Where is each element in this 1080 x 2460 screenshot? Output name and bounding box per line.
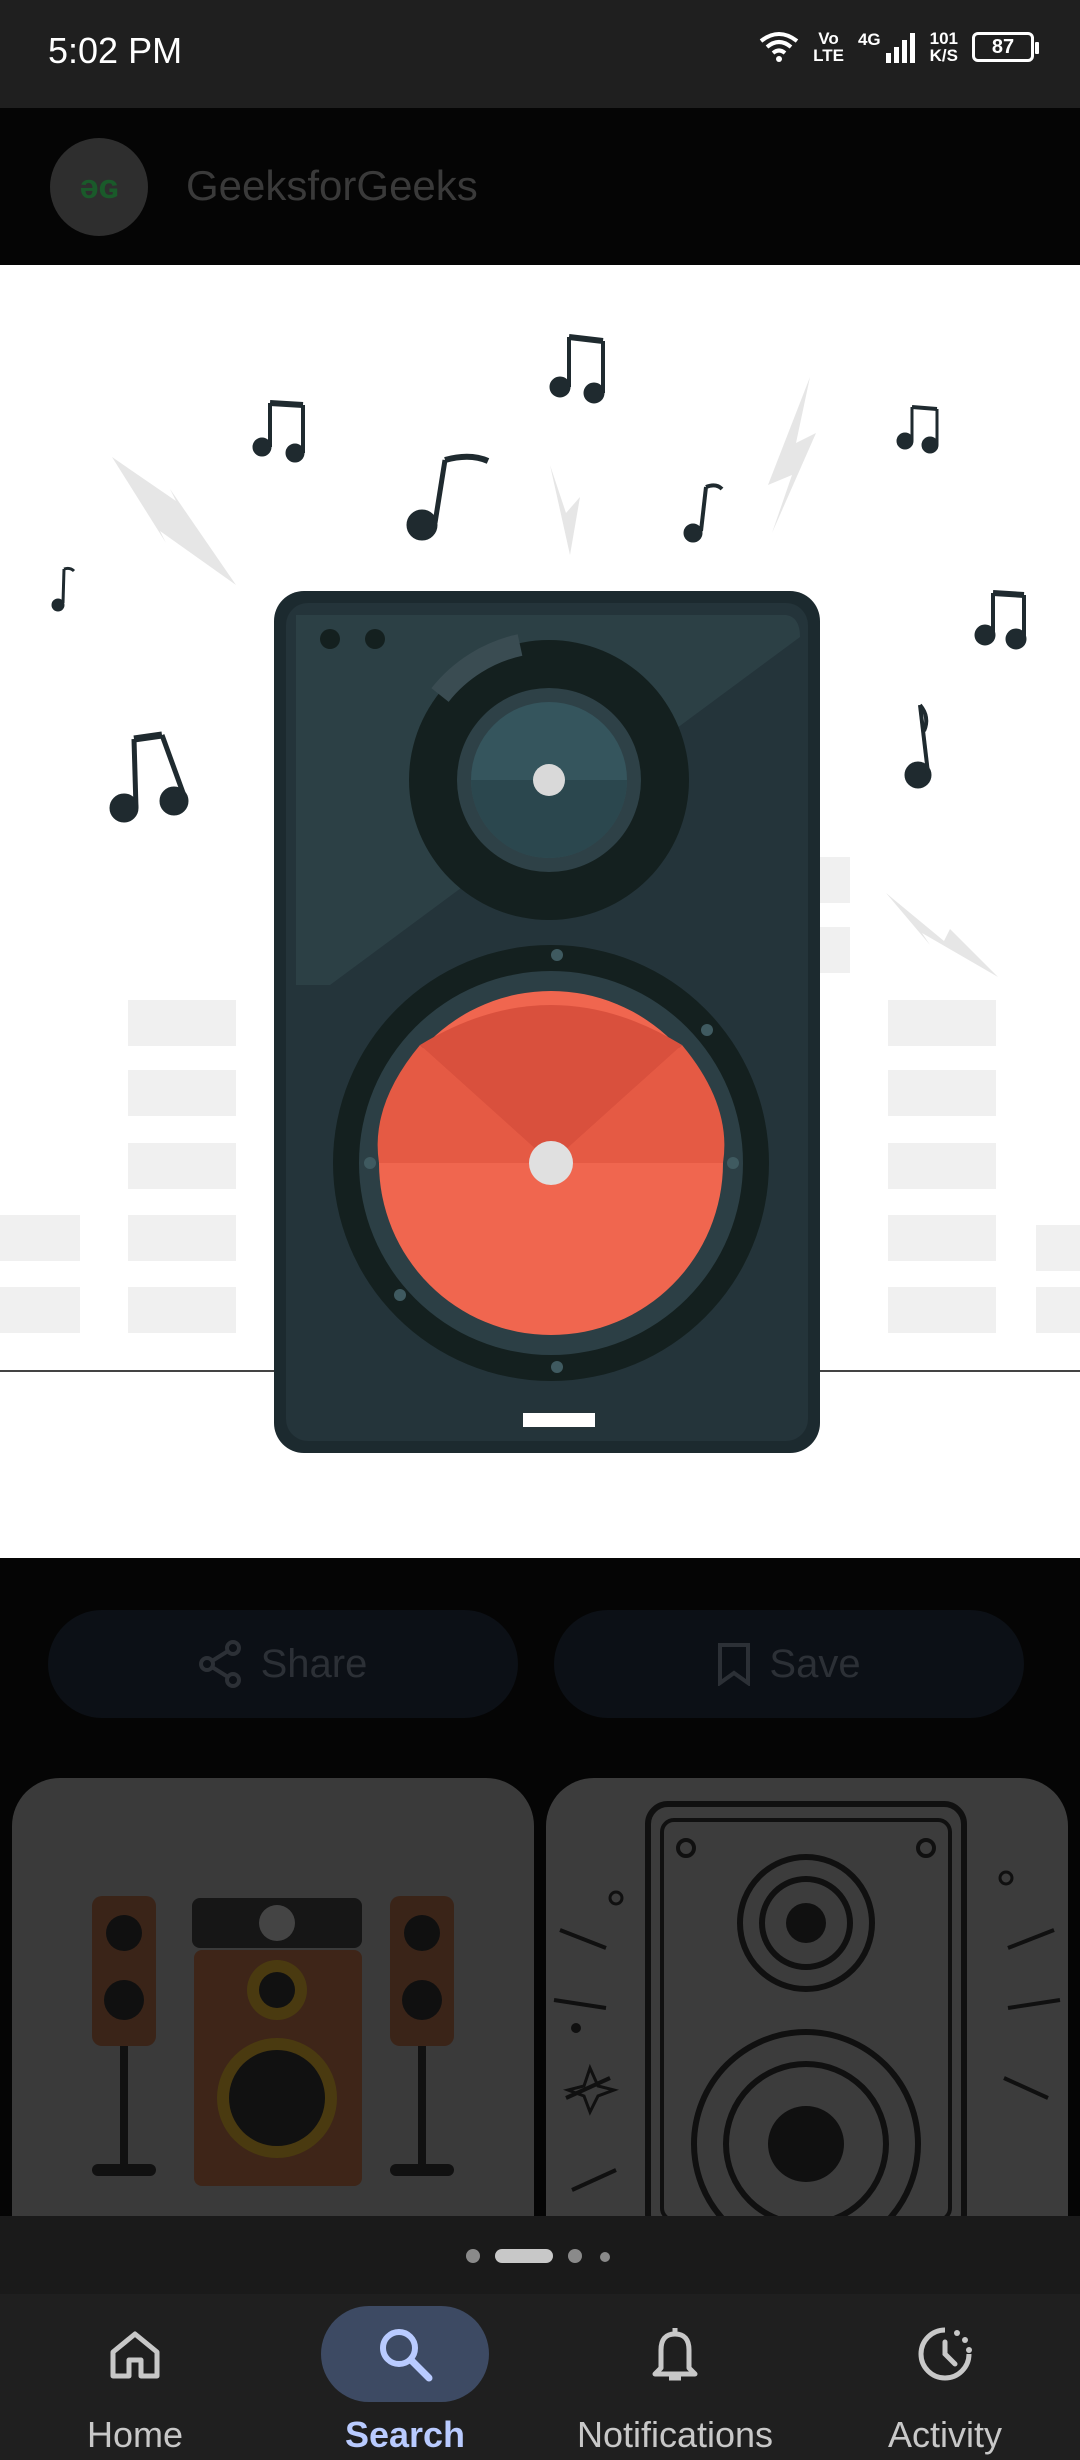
page-dot [600,2252,610,2262]
page-dot [568,2249,582,2263]
related-image-card[interactable] [12,1778,534,2216]
nav-notifications-icon-wrap [591,2306,759,2402]
nav-activity[interactable]: Activity [810,2294,1080,2460]
share-icon [198,1640,241,1688]
nav-notifications[interactable]: Notifications [540,2294,810,2460]
action-bar: Share Save [0,1558,1080,1778]
status-bar: 5:02 PM Vo LTE 4G 101 K/S 87 [0,0,1080,108]
status-icons: Vo LTE 4G 101 K/S 87 [759,29,1039,65]
source-header: ǝɢ GeeksforGeeks [0,108,1080,265]
nav-home-label: Home [86,2414,184,2455]
nav-home-icon-wrap [51,2306,219,2402]
bell-icon [652,2328,698,2381]
volte-indicator: Vo LTE [813,29,844,65]
related-images [0,1778,1080,2216]
bookmark-icon [718,1643,751,1686]
signal-icon: 4G [858,31,916,63]
source-logo[interactable]: ǝɢ [50,138,148,236]
home-icon [110,2331,160,2379]
hero-image[interactable] [0,265,1080,1558]
status-time: 5:02 PM [48,30,183,71]
nav-notifications-label: Notifications [576,2414,774,2455]
share-button[interactable]: Share [48,1610,518,1718]
activity-icon [918,2327,972,2381]
speaker-line-drawing-image [553,1801,1061,2216]
nav-activity-icon-wrap [861,2306,1029,2402]
battery-level: 87 [991,35,1015,58]
nav-search[interactable]: Search [270,2294,540,2460]
wifi-icon [759,32,799,62]
page-dot [466,2249,480,2263]
save-label: Save [769,1641,861,1686]
nav-activity-label: Activity [887,2414,1002,2455]
nav-search-icon-wrap [321,2306,489,2402]
source-name[interactable]: GeeksforGeeks [186,162,478,210]
save-button[interactable]: Save [554,1610,1024,1718]
page-indicator [0,2216,1080,2294]
home-theater-speakers-image [92,1896,454,2186]
network-speed: 101 K/S [929,29,958,65]
battery-icon: 87 [972,32,1039,62]
search-icon [380,2329,433,2382]
speaker-illustration [0,334,1080,1453]
share-label: Share [260,1641,368,1686]
nav-search-label: Search [344,2414,466,2455]
nav-home[interactable]: Home [0,2294,270,2460]
related-image-card[interactable] [546,1778,1068,2216]
page-dot-active [495,2249,553,2263]
bottom-navigation: Home Search Notifications Activity [0,2294,1080,2460]
